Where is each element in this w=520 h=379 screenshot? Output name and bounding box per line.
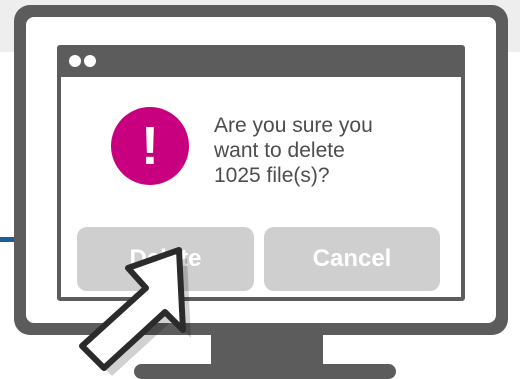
- window-titlebar: [61, 49, 461, 77]
- message-line-1: Are you sure you: [214, 114, 373, 137]
- dialog-message: Are you sure you want to delete 1025 fil…: [214, 113, 434, 188]
- monitor-screen: ! Are you sure you want to delete 1025 f…: [26, 17, 496, 323]
- exclamation-icon: !: [111, 107, 189, 185]
- dialog-window: ! Are you sure you want to delete 1025 f…: [57, 45, 465, 301]
- monitor-stand-neck: [211, 335, 323, 365]
- alert-symbol: !: [141, 116, 159, 176]
- message-line-3: 1025 file(s)?: [214, 164, 330, 187]
- window-dot-icon: [84, 55, 96, 67]
- window-dot-icon: [69, 55, 81, 67]
- delete-button[interactable]: Delete: [77, 227, 254, 291]
- monitor-stand-base: [134, 364, 396, 379]
- cancel-button[interactable]: Cancel: [264, 227, 440, 291]
- message-line-2: want to delete: [214, 139, 345, 162]
- monitor: ! Are you sure you want to delete 1025 f…: [14, 5, 508, 335]
- illustration: ! Are you sure you want to delete 1025 f…: [0, 0, 520, 379]
